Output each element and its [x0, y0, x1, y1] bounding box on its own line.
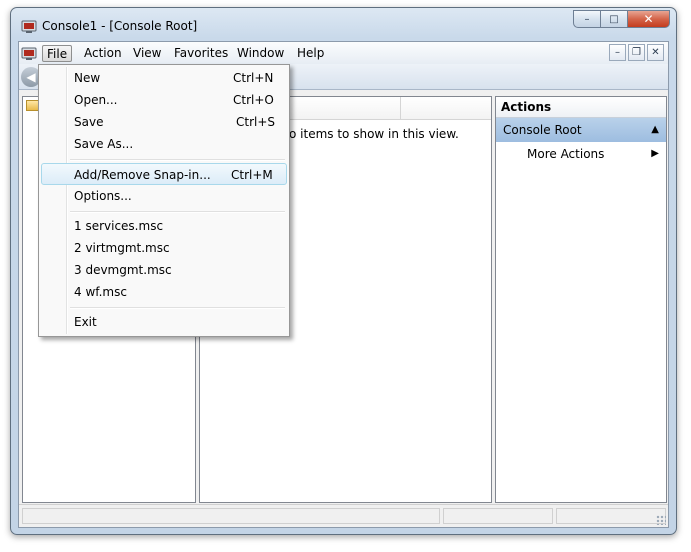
minimize-button[interactable]: –: [573, 10, 600, 28]
menu-item-save-as[interactable]: Save As...: [41, 133, 287, 155]
file-menu-dropdown: New Ctrl+N Open... Ctrl+O Save Ctrl+S Sa…: [38, 64, 290, 337]
actions-pane: Actions Console Root ▲ More Actions ▶: [495, 96, 667, 503]
menu-view[interactable]: View: [133, 45, 161, 62]
collapse-up-icon[interactable]: ▲: [651, 118, 659, 142]
menu-item-recent-1[interactable]: 1 services.msc: [41, 215, 287, 237]
status-segment-3: [556, 508, 666, 524]
menu-item-label: 3 devmgmt.msc: [74, 263, 172, 277]
menu-item-label: Save: [74, 115, 104, 129]
menu-bar: File Action View Favorites Window Help –…: [19, 42, 668, 64]
menu-action[interactable]: Action: [84, 45, 122, 62]
menu-item-shortcut: Ctrl+O: [233, 93, 274, 107]
menu-item-recent-3[interactable]: 3 devmgmt.msc: [41, 259, 287, 281]
menu-item-label: Save As...: [74, 137, 134, 151]
menu-file[interactable]: File: [42, 45, 73, 62]
actions-group-console-root[interactable]: Console Root ▲: [496, 118, 666, 142]
menu-window[interactable]: Window: [237, 45, 284, 62]
menu-help[interactable]: Help: [297, 45, 324, 62]
close-button[interactable]: ✕: [627, 10, 670, 28]
maximize-button[interactable]: □: [600, 10, 627, 28]
menu-separator: [70, 159, 285, 161]
column-divider[interactable]: [400, 97, 401, 119]
menu-item-add-remove-snap-in[interactable]: Add/Remove Snap-in... Ctrl+M: [41, 163, 287, 185]
mdi-close-button[interactable]: ✕: [647, 44, 664, 61]
menu-item-label: 4 wf.msc: [74, 285, 127, 299]
menu-separator: [70, 211, 285, 213]
menu-item-exit[interactable]: Exit: [41, 311, 287, 333]
menu-item-label: 2 virtmgmt.msc: [74, 241, 170, 255]
status-segment-main: [22, 508, 440, 524]
menu-item-save[interactable]: Save Ctrl+S: [41, 111, 287, 133]
menu-item-label: Exit: [74, 315, 97, 329]
menu-item-shortcut: Ctrl+M: [231, 168, 273, 182]
menu-item-label: Add/Remove Snap-in...: [74, 168, 211, 182]
status-segment-2: [443, 508, 553, 524]
window-title: Console1 - [Console Root]: [42, 19, 198, 33]
actions-group-label: Console Root: [503, 123, 582, 137]
menu-item-recent-4[interactable]: 4 wf.msc: [41, 281, 287, 303]
submenu-right-icon: ▶: [651, 148, 659, 159]
menu-item-shortcut: Ctrl+N: [233, 71, 274, 85]
mmc-console-icon: [21, 20, 37, 33]
resize-grip-icon[interactable]: [656, 515, 666, 525]
menu-item-recent-2[interactable]: 2 virtmgmt.msc: [41, 237, 287, 259]
menu-item-options[interactable]: Options...: [41, 185, 287, 207]
menu-item-label: Options...: [74, 189, 132, 203]
status-bar: [19, 504, 668, 527]
mdi-minimize-button[interactable]: –: [609, 44, 626, 61]
actions-header: Actions: [496, 97, 666, 118]
mmc-console-icon[interactable]: [21, 45, 37, 61]
menu-item-label: New: [74, 71, 101, 85]
mdi-restore-button[interactable]: ❐: [628, 44, 645, 61]
mdi-controls: – ❐ ✕: [607, 44, 664, 61]
menu-item-label: Open...: [74, 93, 118, 107]
title-bar[interactable]: Console1 - [Console Root] – □ ✕: [11, 8, 676, 42]
menu-favorites[interactable]: Favorites: [174, 45, 228, 62]
menu-item-open[interactable]: Open... Ctrl+O: [41, 89, 287, 111]
more-actions-link[interactable]: More Actions ▶: [496, 144, 666, 164]
menu-item-label: 1 services.msc: [74, 219, 164, 233]
menu-item-new[interactable]: New Ctrl+N: [41, 67, 287, 89]
menu-item-shortcut: Ctrl+S: [236, 115, 276, 129]
menu-separator: [70, 307, 285, 309]
window-controls: – □ ✕: [573, 10, 670, 28]
more-actions-label: More Actions: [527, 147, 605, 161]
